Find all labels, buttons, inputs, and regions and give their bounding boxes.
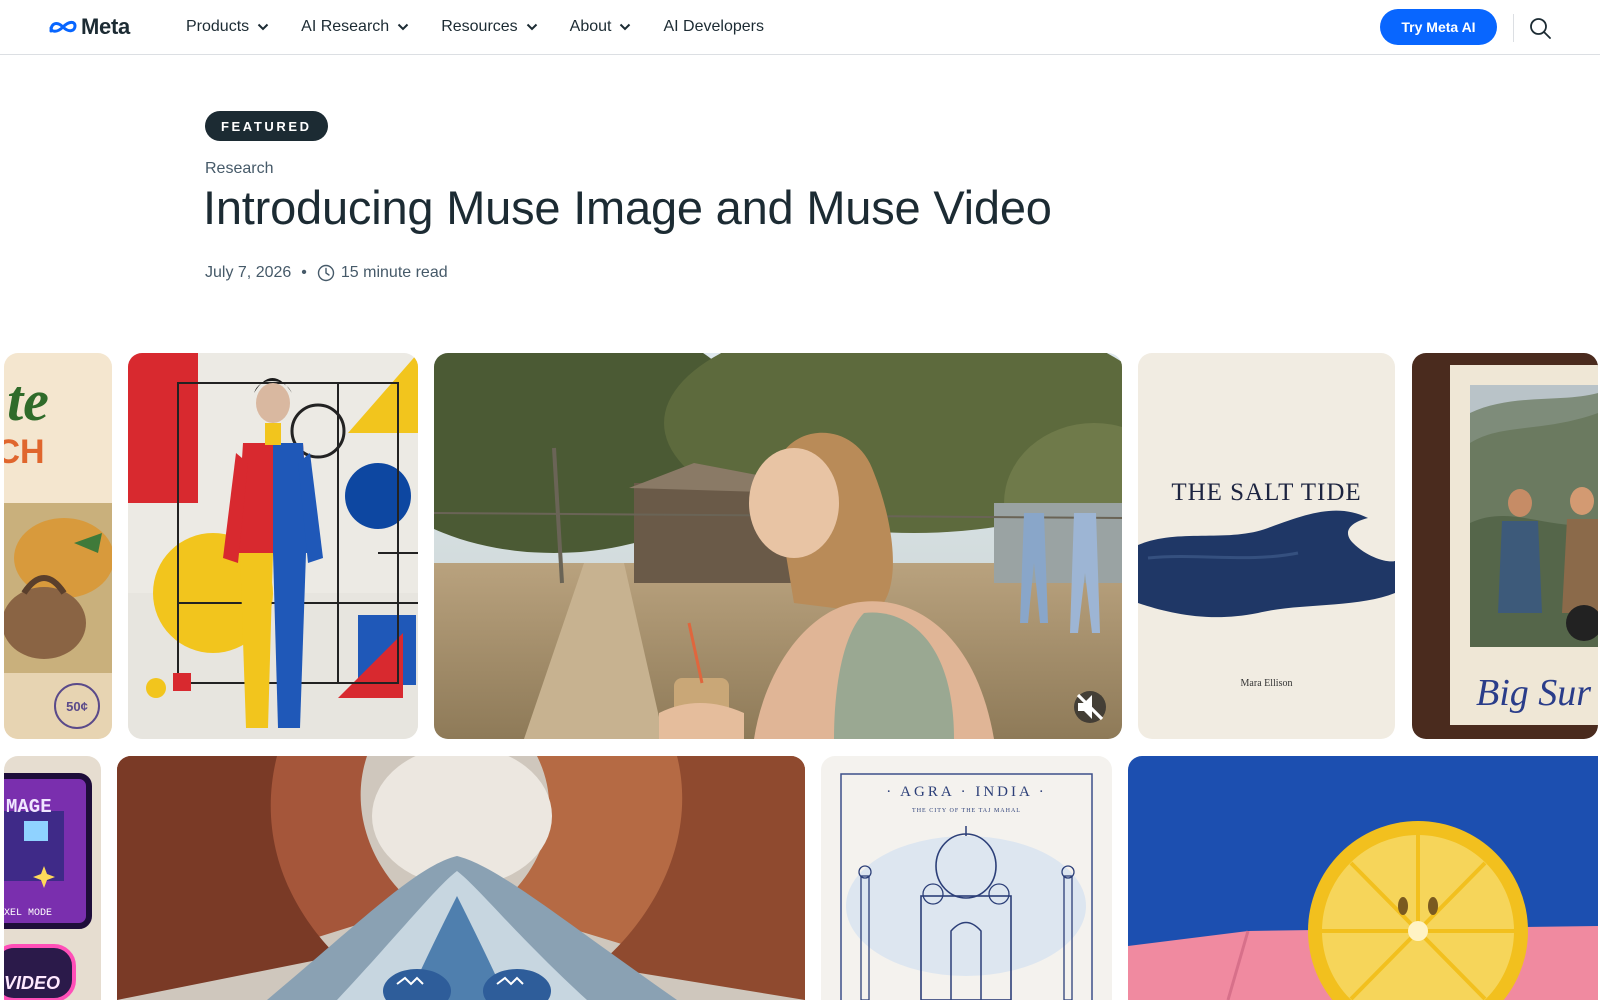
menu-label: About xyxy=(569,18,612,35)
book-author: Mara Ellison xyxy=(1240,678,1293,689)
poster-headline: te xyxy=(7,368,49,433)
menu-label: AI Research xyxy=(301,18,390,35)
menu-item-ai-research[interactable]: AI Research xyxy=(301,18,409,36)
chevron-down-icon xyxy=(397,23,409,31)
gallery-card-salt-tide[interactable]: THE SALT TIDE Mara Ellison xyxy=(1138,353,1395,739)
patch-line-3: VIDEO xyxy=(4,973,61,993)
poster-stamp-text: 50¢ xyxy=(66,698,88,714)
gallery-card-state-poster[interactable]: te CH 50¢ xyxy=(4,353,112,739)
featured-badge: FEATURED xyxy=(205,111,328,141)
read-time: 15 minute read xyxy=(340,264,448,281)
clock-icon xyxy=(317,264,335,282)
patch-line-1: MAGE xyxy=(6,796,52,818)
menu-label: AI Developers xyxy=(663,18,764,35)
big-sur-caption: Big Sur xyxy=(1476,672,1592,714)
menu-item-ai-developers[interactable]: AI Developers xyxy=(663,18,764,36)
mute-icon xyxy=(1076,693,1104,721)
poster-stamp: 50¢ xyxy=(54,683,100,729)
gallery-card-agra[interactable]: · AGRA · INDIA · THE CITY OF THE TAJ MAH… xyxy=(821,756,1112,1000)
lemon-slice-illustration xyxy=(1128,756,1598,1000)
gallery-card-lemon[interactable] xyxy=(1128,756,1598,1000)
main-menu: Products AI Research Resources About AI … xyxy=(186,0,796,54)
canyon-slide-illustration xyxy=(117,756,805,1000)
nav-divider xyxy=(1513,14,1514,42)
chevron-down-icon xyxy=(257,23,269,31)
meta-infinity-icon xyxy=(49,20,77,33)
menu-item-resources[interactable]: Resources xyxy=(441,18,537,36)
patch-line-2: XEL MODE xyxy=(4,908,53,919)
publish-date: July 7, 2026 xyxy=(205,264,292,281)
video-frame-woman xyxy=(434,353,1122,739)
agra-subtitle: THE CITY OF THE TAJ MAHAL xyxy=(912,808,1021,814)
poster-subhead: CH xyxy=(4,433,45,471)
try-meta-ai-button[interactable]: Try Meta AI xyxy=(1380,9,1497,45)
gallery-card-canyon-slide[interactable] xyxy=(117,756,805,1000)
gallery-card-pixel-patch[interactable]: MAGE XEL MODE VIDEO xyxy=(4,756,101,1000)
menu-label: Products xyxy=(186,18,250,35)
gallery-card-video-woman[interactable] xyxy=(434,353,1122,739)
chevron-down-icon xyxy=(620,23,631,31)
agra-title: · AGRA · INDIA · xyxy=(886,784,1047,800)
fashion-model-illustration xyxy=(128,353,418,739)
menu-item-products[interactable]: Products xyxy=(186,18,269,36)
meta-logo[interactable]: Meta xyxy=(49,14,130,40)
logo-text: Meta xyxy=(81,14,130,39)
gallery-card-big-sur[interactable]: Big Sur xyxy=(1412,353,1598,739)
article-category[interactable]: Research xyxy=(205,160,273,178)
search-icon[interactable] xyxy=(1529,17,1551,39)
meta-separator: • xyxy=(301,264,307,281)
article-meta: July 7, 2026 • 15 minute read xyxy=(205,264,448,282)
page-title: Introducing Muse Image and Muse Video xyxy=(203,181,1052,234)
top-nav: Meta Products AI Research Resources Abou… xyxy=(0,0,1600,55)
mute-toggle-button[interactable] xyxy=(1074,691,1106,723)
menu-item-about[interactable]: About xyxy=(570,18,632,36)
gallery-card-fashion[interactable] xyxy=(128,353,418,739)
pixel-patch-illustration xyxy=(4,773,92,1000)
chevron-down-icon xyxy=(526,23,537,31)
menu-label: Resources xyxy=(441,18,518,35)
